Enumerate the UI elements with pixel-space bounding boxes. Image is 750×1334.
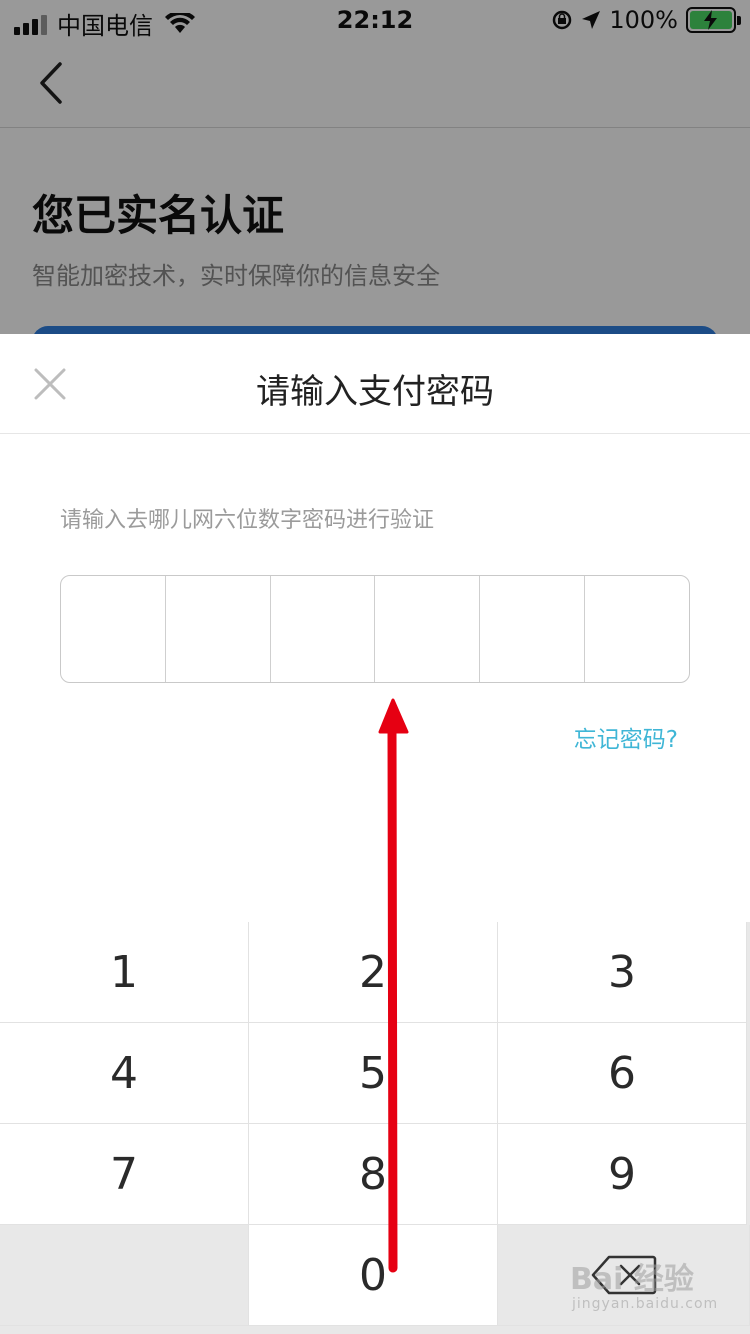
key-4[interactable]: 4 bbox=[0, 1023, 249, 1124]
password-sheet: 请输入支付密码 请输入去哪儿网六位数字密码进行验证 忘记密码? 1 2 3 4 … bbox=[0, 334, 750, 1334]
key-blank bbox=[0, 1225, 249, 1326]
watermark-main: Bai 经验 bbox=[570, 1262, 694, 1297]
sheet-title: 请输入支付密码 bbox=[256, 372, 494, 412]
key-0[interactable]: 0 bbox=[249, 1225, 498, 1326]
pin-cell[interactable] bbox=[271, 576, 376, 682]
pin-cell[interactable] bbox=[480, 576, 586, 682]
baidu-jingyan-watermark: Bai 经验 jingyan.baidu.com bbox=[570, 1254, 717, 1316]
key-7[interactable]: 7 bbox=[0, 1124, 249, 1225]
key-9[interactable]: 9 bbox=[498, 1124, 747, 1225]
sheet-header: 请输入支付密码 bbox=[0, 334, 750, 434]
key-8[interactable]: 8 bbox=[249, 1124, 498, 1225]
watermark-url: jingyan.baidu.com bbox=[572, 1296, 719, 1312]
key-1[interactable]: 1 bbox=[0, 922, 249, 1023]
pin-input[interactable] bbox=[60, 575, 690, 683]
pin-cell[interactable] bbox=[375, 576, 481, 682]
forgot-password-link[interactable]: 忘记密码? bbox=[574, 720, 678, 754]
password-hint: 请输入去哪儿网六位数字密码进行验证 bbox=[60, 508, 435, 533]
pin-cell[interactable] bbox=[585, 576, 689, 682]
key-5[interactable]: 5 bbox=[249, 1023, 498, 1124]
key-2[interactable]: 2 bbox=[249, 922, 498, 1023]
pin-cell[interactable] bbox=[61, 576, 166, 682]
key-3[interactable]: 3 bbox=[498, 922, 747, 1023]
key-6[interactable]: 6 bbox=[498, 1023, 747, 1124]
pin-cell[interactable] bbox=[166, 576, 271, 682]
